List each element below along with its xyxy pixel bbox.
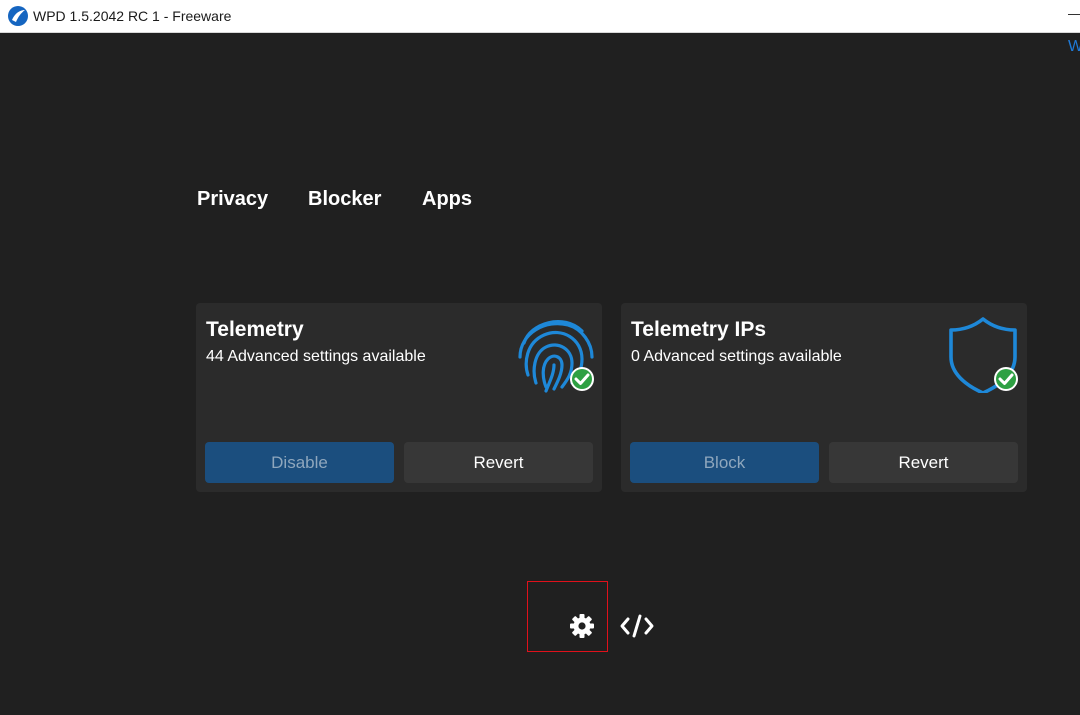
selection-highlight xyxy=(527,581,608,652)
card-title: Telemetry xyxy=(206,318,304,341)
edge-link[interactable]: W xyxy=(1068,38,1080,56)
block-button[interactable]: Block xyxy=(630,442,819,483)
card-title: Telemetry IPs xyxy=(631,318,767,341)
nav-tab-apps[interactable]: Apps xyxy=(422,188,472,211)
telemetry-card: Telemetry 44 Advanced settings available… xyxy=(196,303,602,492)
nav-tab-blocker[interactable]: Blocker xyxy=(308,188,381,211)
card-subtitle: 0 Advanced settings available xyxy=(631,348,842,365)
fingerprint-icon xyxy=(518,320,594,393)
window-title: WPD 1.5.2042 RC 1 - Freeware xyxy=(33,8,232,24)
shield-icon xyxy=(949,317,1018,393)
telemetry-ips-card: Telemetry IPs 0 Advanced settings availa… xyxy=(621,303,1027,492)
minimize-button[interactable] xyxy=(1068,14,1080,15)
check-badge-icon xyxy=(994,367,1018,391)
check-badge-icon xyxy=(570,367,594,391)
gear-icon[interactable] xyxy=(569,613,595,639)
title-bar: WPD 1.5.2042 RC 1 - Freeware xyxy=(0,0,1080,33)
card-subtitle: 44 Advanced settings available xyxy=(206,348,426,365)
disable-button[interactable]: Disable xyxy=(205,442,394,483)
app-logo-icon xyxy=(8,6,28,26)
revert-button[interactable]: Revert xyxy=(404,442,593,483)
nav-tab-privacy[interactable]: Privacy xyxy=(197,188,268,211)
revert-button[interactable]: Revert xyxy=(829,442,1018,483)
code-icon[interactable] xyxy=(620,613,654,639)
